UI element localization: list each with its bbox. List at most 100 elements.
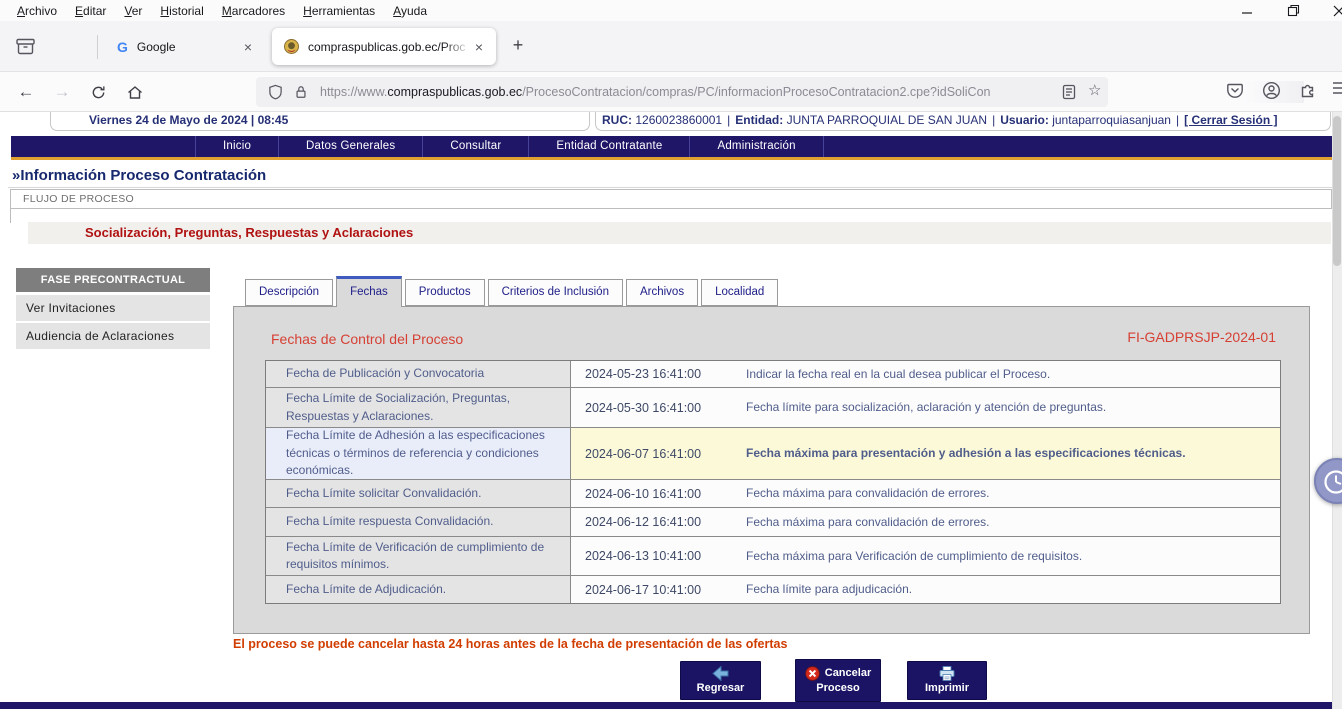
scrollbar-thumb[interactable] [1333,116,1341,266]
ruc-value: 1260023860001 [635,113,722,127]
sidebar-item-ver-invitaciones[interactable]: Ver Invitaciones [16,295,210,321]
table-row: Fecha Límite solicitar Convalidación. 20… [266,480,1280,508]
forward-icon[interactable]: → [49,80,75,104]
menu-archivo[interactable]: Archivo [8,4,66,18]
sidebar-header-fase-precontractual: FASE PRECONTRACTUAL [16,268,210,292]
row-date: 2024-06-13 10:41:00 [571,537,736,575]
row-date: 2024-05-23 16:41:00 [571,361,736,387]
lock-icon[interactable] [294,84,308,100]
tab-descripcion[interactable]: Descripción [245,279,333,306]
row-label: Fecha de Publicación y Convocatoria [266,361,571,387]
row-label: Fecha Límite de Verificación de cumplimi… [266,537,571,575]
menu-ayuda[interactable]: Ayuda [384,4,436,18]
url-bar[interactable]: https://www.compraspublicas.gob.ec/Proce… [256,77,1108,107]
row-desc: Fecha máxima para Verificación de cumpli… [736,537,1280,575]
nav-inicio[interactable]: Inicio [195,136,279,157]
table-row: Fecha de Publicación y Convocatoria 2024… [266,361,1280,388]
tab-close-icon[interactable]: × [470,39,488,55]
sidebar-item-audiencia-aclaraciones[interactable]: Audiencia de Aclaraciones [16,323,210,349]
hamburger-menu-icon[interactable] [1332,81,1342,95]
row-desc: Fecha máxima para convalidación de error… [736,508,1280,536]
fechas-title: Fechas de Control del Proceso [271,331,463,347]
tab-fechas[interactable]: Fechas [336,276,402,307]
tab-compraspublicas[interactable]: compraspublicas.gob.ec/Proce × [272,28,496,65]
browser-menubar: Archivo Editar Ver Historial Marcadores … [0,0,1342,21]
extensions-puzzle-icon[interactable] [1299,81,1317,99]
site-session-info: RUC: 1260023860001|Entidad: JUNTA PARROQ… [595,112,1331,131]
site-datetime: Viernes 24 de Mayo de 2024 | 08:45 [50,112,590,131]
home-icon[interactable] [122,80,148,104]
table-row: Fecha Límite de Verificación de cumplimi… [266,537,1280,576]
minimize-button[interactable] [1236,2,1258,20]
restore-button[interactable] [1282,2,1304,20]
cancelar-proceso-button[interactable]: Cancelar Proceso [795,659,881,702]
row-date: 2024-06-12 16:41:00 [571,508,736,536]
button-label: Cancelar [825,666,871,680]
process-code: FI-GADPRSJP-2024-01 [1127,329,1276,345]
row-label: Fecha Límite solicitar Convalidación. [266,480,571,507]
tab-productos[interactable]: Productos [405,279,485,306]
row-desc: Indicar la fecha real en la cual desea p… [736,361,1280,387]
browser-toolbar: ← → https://www.compraspublicas.gob.ec/P… [0,72,1342,112]
row-label: Fecha Límite de Adhesión a las especific… [266,428,571,479]
new-tab-button[interactable]: + [506,35,530,56]
datetime-text: Viernes 24 de Mayo de 2024 | 08:45 [89,113,288,127]
nav-administracion[interactable]: Administración [690,136,823,157]
site-favicon-icon [284,39,299,54]
row-date: 2024-05-30 16:41:00 [571,388,736,427]
flow-box-edge [10,209,11,223]
firefox-view-icon[interactable] [16,38,35,55]
tab-close-icon[interactable]: × [239,39,257,55]
section-banner: Socialización, Preguntas, Respuestas y A… [28,222,1331,244]
row-desc: Fecha máxima para convalidación de error… [736,480,1280,507]
button-label: Imprimir [925,681,969,695]
tab-title: compraspublicas.gob.ec/Proce [308,40,466,54]
regresar-button[interactable]: Regresar [680,661,761,700]
row-date: 2024-06-17 10:41:00 [571,576,736,603]
menu-editar[interactable]: Editar [66,4,115,18]
separator: | [987,113,1000,127]
tab-title: Google [137,40,235,54]
tab-separator [97,35,98,59]
user-value: juntaparroquiasanjuan [1052,113,1171,127]
main-navigation: Inicio Datos Generales Consultar Entidad… [11,136,1332,157]
close-button[interactable] [1328,2,1342,20]
reader-mode-icon[interactable] [1062,84,1076,100]
menu-herramientas[interactable]: Herramientas [294,4,384,18]
row-date: 2024-06-10 16:41:00 [571,480,736,507]
flow-process-box[interactable]: FLUJO DE PROCESO [10,189,1332,209]
menu-marcadores[interactable]: Marcadores [213,4,294,18]
back-icon[interactable]: ← [13,80,39,104]
menu-historial[interactable]: Historial [151,4,212,18]
row-date: 2024-06-07 16:41:00 [571,428,736,479]
pocket-icon[interactable] [1226,81,1244,99]
bookmark-star-icon[interactable]: ☆ [1088,81,1101,99]
shield-icon[interactable] [268,84,283,100]
tab-localidad[interactable]: Localidad [701,279,778,306]
button-label: Regresar [697,681,745,695]
reload-icon[interactable] [85,80,111,104]
row-label: Fecha Límite de Socialización, Preguntas… [266,388,571,427]
separator: | [1171,113,1184,127]
ruc-label: RUC: [602,113,632,127]
account-icon[interactable] [1262,81,1281,100]
cancel-warning-text: El proceso se puede cancelar hasta 24 ho… [233,637,787,651]
tab-google[interactable]: G Google × [105,28,265,65]
nav-entidad-contratante[interactable]: Entidad Contratante [529,136,690,157]
tab-archivos[interactable]: Archivos [626,279,698,306]
table-row: Fecha Límite de Socialización, Preguntas… [266,388,1280,428]
menu-ver[interactable]: Ver [115,4,151,18]
table-row: Fecha Límite de Adjudicación. 2024-06-17… [266,576,1280,603]
process-timer-clock-icon[interactable] [1314,458,1342,504]
imprimir-button[interactable]: Imprimir [907,661,987,700]
fechas-table: Fecha de Publicación y Convocatoria 2024… [265,360,1281,604]
entity-value: JUNTA PARROQUIAL DE SAN JUAN [787,113,987,127]
google-favicon-icon: G [117,39,128,55]
process-tabs: Descripción Fechas Productos Criterios d… [245,279,781,306]
row-label: Fecha Límite respuesta Convalidación. [266,508,571,536]
nav-consultar[interactable]: Consultar [423,136,529,157]
site-footer-bar [0,702,1332,709]
nav-datos-generales[interactable]: Datos Generales [279,136,423,157]
logout-link[interactable]: [ Cerrar Sesión ] [1184,113,1277,127]
tab-criterios-inclusion[interactable]: Criterios de Inclusión [488,279,623,306]
